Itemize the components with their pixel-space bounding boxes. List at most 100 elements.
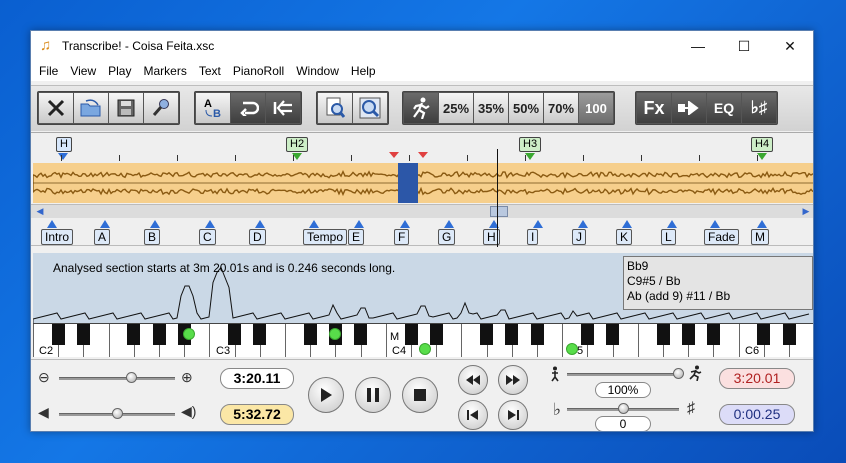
microphone-icon[interactable]: [144, 93, 178, 123]
menu-file[interactable]: File: [33, 64, 64, 78]
black-key[interactable]: [429, 324, 443, 345]
loop-start-marker-icon[interactable]: [389, 152, 399, 158]
section-marker-m[interactable]: M: [751, 229, 769, 245]
pitch-slider-knob[interactable]: [618, 403, 629, 414]
marker-h3[interactable]: H3: [519, 137, 542, 152]
close-file-icon[interactable]: [39, 93, 73, 123]
minimize-button[interactable]: —: [675, 31, 721, 61]
section-marker-k[interactable]: K: [616, 229, 633, 245]
play-button[interactable]: [308, 377, 344, 413]
loop-length-time[interactable]: 0:00.25: [719, 404, 795, 425]
zoom-slider[interactable]: [59, 377, 175, 380]
rewind-marker-icon[interactable]: [266, 93, 300, 123]
rewind-button[interactable]: [458, 365, 488, 395]
black-key[interactable]: [706, 324, 720, 345]
go-to-start-button[interactable]: [458, 400, 488, 430]
pause-button[interactable]: [355, 377, 391, 413]
section-marker-d[interactable]: D: [249, 229, 266, 245]
marker-h4[interactable]: H4: [751, 137, 774, 152]
scroll-left-icon[interactable]: ◀: [33, 205, 47, 218]
menu-view[interactable]: View: [64, 64, 102, 78]
fast-forward-button[interactable]: [498, 365, 528, 395]
piano-keyboard[interactable]: C2 C3 C4 C5 C6 M: [33, 323, 813, 357]
open-folder-icon[interactable]: [74, 93, 108, 123]
black-key[interactable]: [530, 324, 544, 345]
arrow-right-icon[interactable]: [672, 93, 706, 123]
menu-text[interactable]: Text: [193, 64, 227, 78]
marker-h[interactable]: H: [56, 137, 72, 152]
position-time[interactable]: 3:20.11: [220, 368, 294, 389]
black-key[interactable]: [253, 324, 267, 345]
section-marker-a[interactable]: A: [94, 229, 111, 245]
section-marker-c[interactable]: C: [199, 229, 216, 245]
scroll-right-icon[interactable]: ▶: [799, 205, 813, 218]
speed-slider[interactable]: [567, 373, 679, 376]
black-key[interactable]: [606, 324, 620, 345]
stop-button[interactable]: [402, 377, 438, 413]
section-marker-g[interactable]: G: [438, 229, 456, 245]
black-key[interactable]: [656, 324, 670, 345]
flat-sharp-icon[interactable]: ♭♯: [742, 93, 776, 123]
section-marker-fade[interactable]: Fade: [704, 229, 740, 245]
scroll-thumb[interactable]: [490, 206, 508, 217]
speed-25-button[interactable]: 25%: [439, 93, 473, 123]
section-marker-intro[interactable]: Intro: [41, 229, 74, 245]
black-key[interactable]: [228, 324, 242, 345]
ab-loop-icon[interactable]: AB: [196, 93, 230, 123]
black-key[interactable]: [152, 324, 166, 345]
section-marker-tempo[interactable]: Tempo: [303, 229, 348, 245]
save-disk-icon[interactable]: [109, 93, 143, 123]
magnifier-icon[interactable]: [353, 93, 387, 123]
black-key[interactable]: [303, 324, 317, 345]
waveform-view[interactable]: [33, 163, 813, 203]
speed-100-button[interactable]: 100: [579, 93, 613, 123]
speed-50-button[interactable]: 50%: [509, 93, 543, 123]
selection-region[interactable]: [398, 163, 418, 203]
playhead-line[interactable]: [497, 149, 498, 247]
menu-help[interactable]: Help: [345, 64, 382, 78]
black-key[interactable]: [354, 324, 368, 345]
pitch-value[interactable]: 0: [595, 416, 651, 431]
black-key[interactable]: [51, 324, 65, 345]
maximize-button[interactable]: ☐: [721, 31, 767, 61]
menu-markers[interactable]: Markers: [137, 64, 192, 78]
black-key[interactable]: [404, 324, 418, 345]
volume-slider-knob[interactable]: [112, 408, 123, 419]
speed-35-button[interactable]: 35%: [474, 93, 508, 123]
black-key[interactable]: [757, 324, 771, 345]
section-marker-j[interactable]: J: [572, 229, 586, 245]
loop-start-time[interactable]: 3:20.01: [719, 368, 795, 389]
black-key[interactable]: [505, 324, 519, 345]
volume-high-icon[interactable]: ◀): [181, 403, 196, 420]
black-key[interactable]: [782, 324, 796, 345]
speed-70-button[interactable]: 70%: [544, 93, 578, 123]
menu-window[interactable]: Window: [290, 64, 345, 78]
section-marker-l[interactable]: L: [661, 229, 676, 245]
section-marker-b[interactable]: B: [144, 229, 161, 245]
loop-icon[interactable]: [231, 93, 265, 123]
black-key[interactable]: [76, 324, 90, 345]
section-marker-f[interactable]: F: [394, 229, 410, 245]
menu-pianoroll[interactable]: PianoRoll: [227, 64, 290, 78]
menu-play[interactable]: Play: [102, 64, 137, 78]
zoom-out-icon[interactable]: ⊖: [38, 369, 50, 386]
zoom-page-icon[interactable]: [318, 93, 352, 123]
close-button[interactable]: ✕: [767, 31, 813, 61]
zoom-in-icon[interactable]: ⊕: [181, 369, 193, 386]
marker-h2[interactable]: H2: [286, 137, 309, 152]
black-key[interactable]: [681, 324, 695, 345]
horizontal-scrollbar[interactable]: ◀ ▶: [31, 204, 813, 218]
eq-button[interactable]: EQ: [707, 93, 741, 123]
black-key[interactable]: [127, 324, 141, 345]
speed-percent[interactable]: 100%: [595, 382, 651, 398]
black-key[interactable]: [480, 324, 494, 345]
black-key[interactable]: [580, 324, 594, 345]
volume-low-icon[interactable]: ◀: [38, 404, 49, 421]
zoom-slider-knob[interactable]: [126, 372, 137, 383]
running-man-icon[interactable]: [404, 93, 438, 123]
section-marker-e[interactable]: E: [348, 229, 365, 245]
marker-ruler[interactable]: H H2 H3 H4: [31, 132, 813, 163]
section-marker-i[interactable]: I: [527, 229, 539, 245]
loop-end-marker-icon[interactable]: [418, 152, 428, 158]
go-to-end-button[interactable]: [498, 400, 528, 430]
